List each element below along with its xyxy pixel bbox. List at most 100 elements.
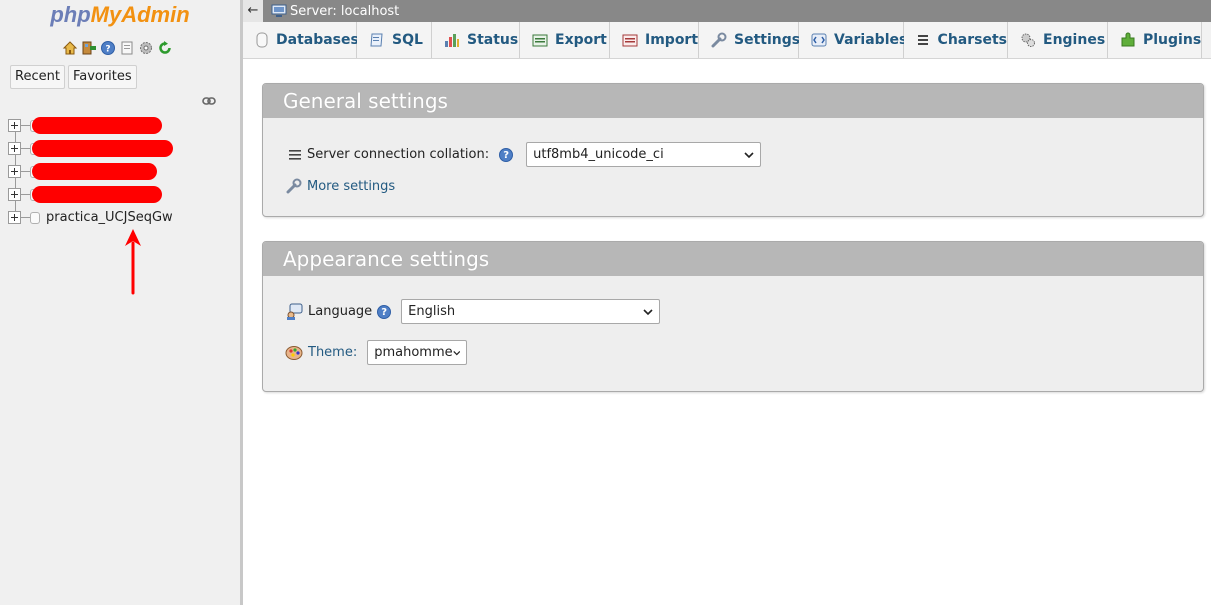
language-selected-value: English xyxy=(408,304,456,319)
theme-selected-value: pmahomme xyxy=(374,345,453,360)
tab-plugins[interactable]: Plugins xyxy=(1108,22,1202,58)
tab-status[interactable]: Status xyxy=(432,22,520,58)
charsets-icon xyxy=(916,32,931,48)
database-icon xyxy=(255,32,269,48)
language-select[interactable]: English xyxy=(401,299,661,324)
logo-php-text: php xyxy=(50,2,91,27)
tab-label: Variables xyxy=(834,32,908,48)
server-breadcrumb-label[interactable]: Server: localhost xyxy=(290,4,399,19)
tab-settings[interactable]: Settings xyxy=(699,22,801,58)
database-tree-item[interactable] xyxy=(8,137,238,160)
logo-myadmin-text: MyAdmin xyxy=(90,2,190,27)
general-settings-panel: General settings Server connection colla… xyxy=(262,83,1204,217)
help-icon[interactable]: ? xyxy=(499,147,514,162)
server-icon xyxy=(271,4,287,17)
tree-branch xyxy=(21,171,30,172)
tab-databases[interactable]: Databases xyxy=(243,22,359,58)
tab-import[interactable]: Import xyxy=(610,22,699,58)
tab-variables[interactable]: Variables xyxy=(799,22,908,58)
tab-engines[interactable]: Engines xyxy=(1008,22,1108,58)
tab-label: Export xyxy=(555,32,607,48)
plugin-icon xyxy=(1120,32,1136,48)
tab-label: Engines xyxy=(1043,32,1106,48)
appearance-settings-panel: Appearance settings Language ? English T… xyxy=(262,241,1204,392)
wrench-icon xyxy=(711,32,727,48)
theme-select[interactable]: pmahomme xyxy=(367,340,468,365)
tab-label: Settings xyxy=(734,32,801,48)
tab-label: SQL xyxy=(392,32,423,48)
redacted-database-name xyxy=(32,117,162,134)
database-tree: practica_UCJSeqGw xyxy=(8,114,238,229)
main-tab-bar: Databases SQL Status Export Import Setti… xyxy=(243,22,1211,59)
export-icon xyxy=(532,32,548,48)
expand-icon[interactable] xyxy=(8,211,21,224)
appearance-settings-title: Appearance settings xyxy=(263,242,1203,276)
more-settings-link[interactable]: More settings xyxy=(307,179,395,194)
nav-resizer-handle[interactable] xyxy=(240,0,243,605)
tab-charsets[interactable]: Charsets xyxy=(904,22,1008,58)
tab-label: Status xyxy=(467,32,519,48)
phpmyadmin-logo[interactable]: phpMyAdmin xyxy=(0,2,240,28)
collapse-nav-button[interactable]: ← xyxy=(243,0,263,22)
svg-text:?: ? xyxy=(105,45,110,55)
tree-branch xyxy=(21,125,30,126)
database-name-label[interactable]: practica_UCJSeqGw xyxy=(46,210,173,225)
tab-export[interactable]: Export xyxy=(520,22,610,58)
nav-tabs: Recent Favorites xyxy=(10,65,137,89)
reload-icon[interactable] xyxy=(157,40,173,56)
redacted-database-name xyxy=(32,163,157,180)
collation-select[interactable]: utf8mb4_unicode_ci xyxy=(526,142,762,167)
top-breadcrumb-bar: ← Server: localhost xyxy=(243,0,1211,22)
tab-label: Databases xyxy=(276,32,359,48)
collation-row: Server connection collation: ? utf8mb4_u… xyxy=(288,142,762,167)
database-tree-item[interactable] xyxy=(8,160,238,183)
redacted-database-name xyxy=(32,186,162,203)
collation-label: Server connection collation: xyxy=(307,147,490,162)
help-icon[interactable]: ? xyxy=(377,304,392,319)
language-label: Language xyxy=(308,304,373,319)
database-tree-item[interactable] xyxy=(8,114,238,137)
tree-branch xyxy=(21,194,30,195)
help-icon[interactable]: ? xyxy=(100,40,116,56)
language-row: Language ? English xyxy=(285,299,661,324)
theme-link-label[interactable]: Theme: xyxy=(308,345,357,360)
collation-selected-value: utf8mb4_unicode_ci xyxy=(533,147,664,162)
language-icon xyxy=(287,303,303,320)
theme-row: Theme: pmahomme xyxy=(285,340,468,365)
redacted-database-name xyxy=(32,140,173,157)
database-tree-item[interactable] xyxy=(8,183,238,206)
tab-sql[interactable]: SQL xyxy=(357,22,432,58)
variables-icon xyxy=(811,32,827,48)
chevron-down-icon xyxy=(643,308,653,315)
docs-icon[interactable] xyxy=(119,40,135,56)
tab-label: Plugins xyxy=(1143,32,1202,48)
expand-icon[interactable] xyxy=(8,188,21,201)
status-chart-icon xyxy=(444,32,460,48)
logout-icon[interactable] xyxy=(81,40,97,56)
server-breadcrumb[interactable]: Server: localhost xyxy=(271,0,399,22)
expand-icon[interactable] xyxy=(8,142,21,155)
expand-icon[interactable] xyxy=(8,119,21,132)
database-icon xyxy=(30,211,40,224)
tree-branch xyxy=(21,148,30,149)
tab-label: Charsets xyxy=(937,32,1007,48)
chevron-down-icon xyxy=(744,151,754,158)
theme-palette-icon xyxy=(285,345,303,360)
link-chain-icon[interactable] xyxy=(202,96,216,106)
tree-branch xyxy=(21,217,30,218)
collation-list-icon xyxy=(289,149,301,160)
chevron-down-icon xyxy=(452,350,460,355)
sql-icon xyxy=(369,32,385,48)
import-icon xyxy=(622,32,638,48)
more-settings-row[interactable]: More settings xyxy=(286,178,395,194)
recent-button[interactable]: Recent xyxy=(10,65,65,89)
tab-label: Import xyxy=(645,32,699,48)
settings-gear-icon[interactable] xyxy=(138,40,154,56)
home-icon[interactable] xyxy=(62,40,78,56)
expand-icon[interactable] xyxy=(8,165,21,178)
nav-icon-bar: ? xyxy=(62,40,173,56)
engines-icon xyxy=(1020,32,1036,48)
database-tree-item[interactable]: practica_UCJSeqGw xyxy=(8,206,238,229)
navigation-panel: phpMyAdmin ? Recent Favorites practica_U… xyxy=(0,0,240,605)
favorites-button[interactable]: Favorites xyxy=(67,65,137,89)
